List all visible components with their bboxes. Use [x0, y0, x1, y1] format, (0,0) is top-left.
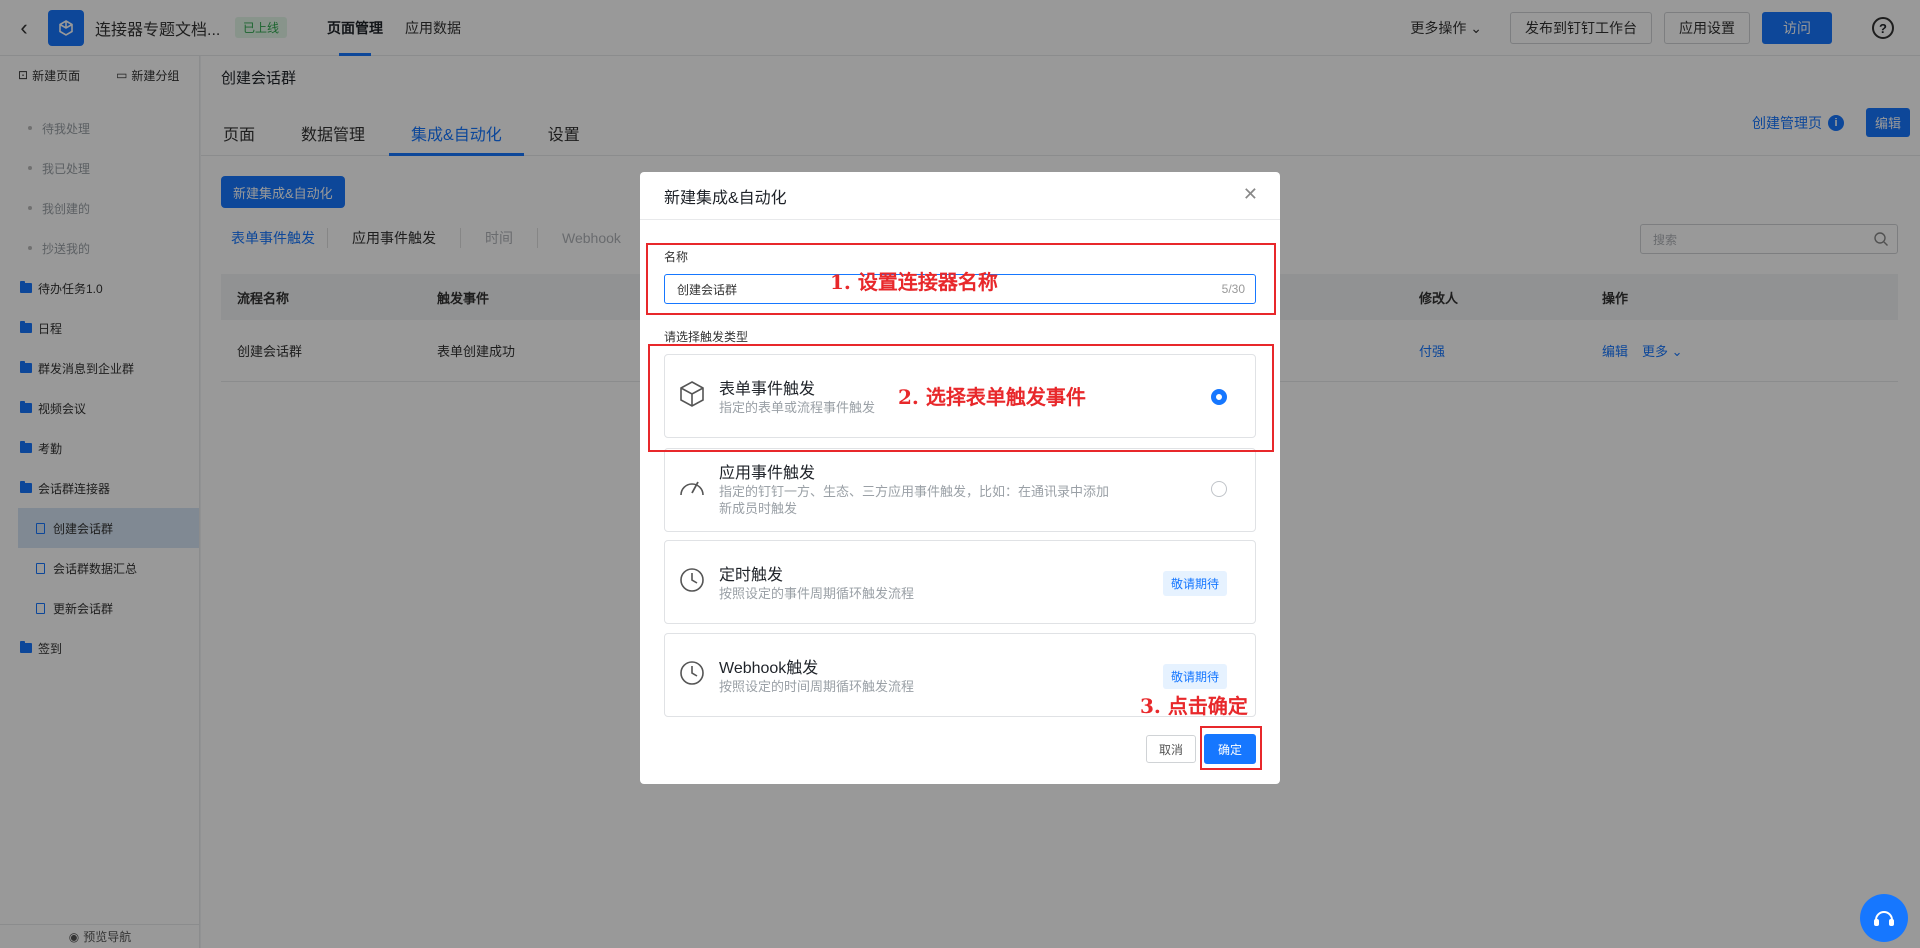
clock-icon: [680, 568, 704, 592]
radio-app-event[interactable]: [1211, 481, 1227, 497]
cancel-button[interactable]: 取消: [1145, 735, 1196, 763]
customer-service-button[interactable]: [1860, 894, 1908, 942]
coming-soon-badge: 敬请期待: [1162, 571, 1227, 596]
gauge-icon: [680, 481, 704, 496]
close-icon[interactable]: ✕: [1243, 184, 1258, 205]
annotation-box-confirm: [1200, 726, 1262, 770]
trigger-type-label: 请选择触发类型: [664, 330, 749, 344]
card-app-event[interactable]: 应用事件触发 指定的钉钉一方、生态、三方应用事件触发，比如：在通讯录中添加新成员…: [664, 448, 1256, 532]
headset-icon: [1874, 911, 1894, 926]
annotation-step1: 1. 设置连接器名称: [830, 270, 998, 294]
annotation-step3: 3. 点击确定: [1140, 694, 1248, 718]
annotation-step2: 2. 选择表单触发事件: [898, 385, 1086, 409]
clock-icon: [680, 661, 704, 685]
coming-soon-badge: 敬请期待: [1162, 664, 1227, 689]
card-scheduled[interactable]: 定时触发 按照设定的事件周期循环触发流程 敬请期待: [664, 540, 1256, 624]
modal-title: 新建集成&自动化: [640, 172, 1280, 220]
